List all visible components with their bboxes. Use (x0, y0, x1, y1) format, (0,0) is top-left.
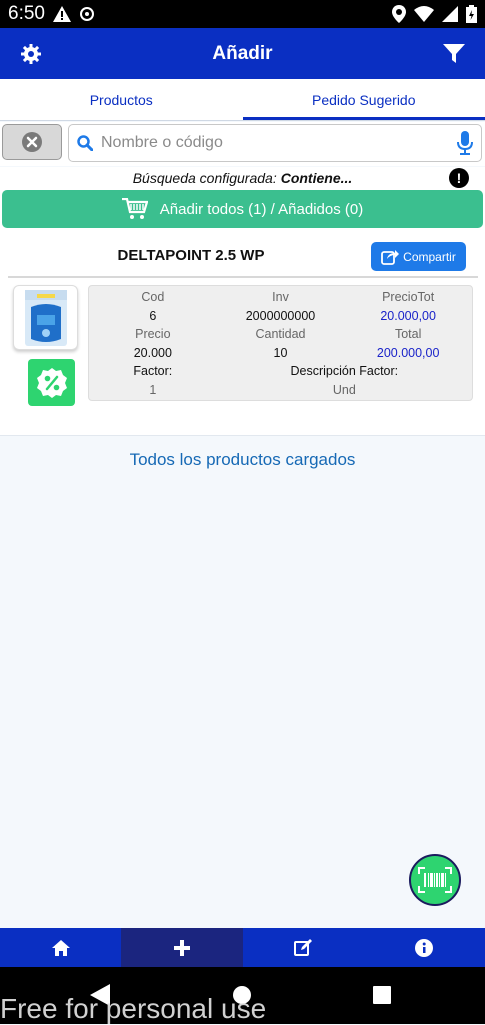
app-bar: Añadir (0, 28, 485, 79)
total-label: Total (344, 325, 472, 344)
nav-info[interactable] (364, 928, 485, 967)
tab-pedido-sugerido[interactable]: Pedido Sugerido (243, 79, 485, 120)
recents-icon[interactable] (373, 986, 391, 1004)
cantidad-value[interactable]: 10 (217, 344, 345, 363)
page-title: Añadir (62, 43, 423, 65)
notification-icon (79, 6, 95, 22)
preciotot-label: PrecioTot (344, 288, 472, 307)
discount-icon (36, 367, 68, 399)
cod-value: 6 (89, 307, 217, 326)
search-row (0, 122, 485, 166)
barcode-icon (418, 867, 452, 893)
precio-value: 20.000 (89, 344, 217, 363)
share-icon (381, 249, 399, 265)
precio-label: Precio (89, 325, 217, 344)
plus-icon (174, 940, 190, 956)
descfactor-value: Und (217, 381, 472, 400)
location-icon (392, 5, 406, 23)
clear-icon (21, 131, 43, 153)
search-config-value: Contiene... (281, 170, 353, 186)
product-package-image (23, 289, 69, 347)
search-input[interactable] (101, 134, 457, 152)
cart-icon (122, 198, 148, 220)
wifi-icon (414, 6, 434, 22)
tab-bar: Productos Pedido Sugerido (0, 79, 485, 120)
gear-icon (21, 44, 41, 64)
bottom-nav (0, 928, 485, 967)
discount-button[interactable] (28, 359, 75, 406)
search-icon (77, 135, 93, 151)
nav-edit[interactable] (243, 928, 364, 967)
filter-icon (443, 44, 465, 64)
info-circle-icon (415, 939, 433, 957)
all-products-loaded-text: Todos los productos cargados (0, 450, 485, 470)
search-config: Búsqueda configurada: Contiene... ! (0, 167, 485, 189)
inv-value: 2000000000 (217, 307, 345, 326)
add-all-label: Añadir todos (1) / Añadidos (0) (160, 201, 363, 218)
clear-search-button[interactable] (2, 124, 62, 160)
descfactor-label: Descripción Factor: (217, 362, 472, 381)
mic-icon[interactable] (457, 131, 473, 155)
total-value: 200.000,00 (344, 344, 472, 363)
home-icon (52, 940, 70, 956)
cantidad-label: Cantidad (217, 325, 345, 344)
tab-productos[interactable]: Productos (0, 79, 243, 120)
battery-icon (466, 5, 477, 23)
edit-icon (294, 939, 312, 956)
nav-add[interactable] (121, 928, 242, 967)
product-details: Cod Inv PrecioTot 6 2000000000 20.000,00… (88, 285, 473, 401)
factor-label: Factor: (89, 362, 217, 381)
info-icon[interactable]: ! (449, 168, 469, 188)
product-name: DELTAPOINT 2.5 WP (0, 247, 382, 264)
share-label: Compartir (403, 250, 456, 264)
share-button[interactable]: Compartir (371, 242, 466, 271)
signal-icon (442, 6, 458, 22)
add-all-button[interactable]: Añadir todos (1) / Añadidos (0) (2, 190, 483, 228)
product-image[interactable] (13, 285, 78, 350)
search-box (68, 124, 482, 162)
product-card[interactable]: DELTAPOINT 2.5 WP Compartir Cod Inv (0, 235, 485, 435)
add-all-container: Añadir todos (1) / Añadidos (0) (0, 189, 485, 235)
barcode-scan-button[interactable] (409, 854, 461, 906)
settings-button[interactable] (0, 28, 62, 79)
nav-home[interactable] (0, 928, 121, 967)
warning-icon (53, 6, 71, 22)
inv-label: Inv (217, 288, 345, 307)
factor-value: 1 (89, 381, 217, 400)
watermark-text: Free for personal use (0, 993, 266, 1025)
cod-label: Cod (89, 288, 217, 307)
divider (0, 120, 485, 121)
status-time: 6:50 (8, 3, 45, 25)
divider (8, 276, 478, 278)
status-bar: 6:50 (0, 0, 485, 28)
preciotot-value: 20.000,00 (344, 307, 472, 326)
filter-button[interactable] (423, 28, 485, 79)
search-config-label: Búsqueda configurada: (133, 170, 277, 186)
divider (0, 435, 485, 436)
